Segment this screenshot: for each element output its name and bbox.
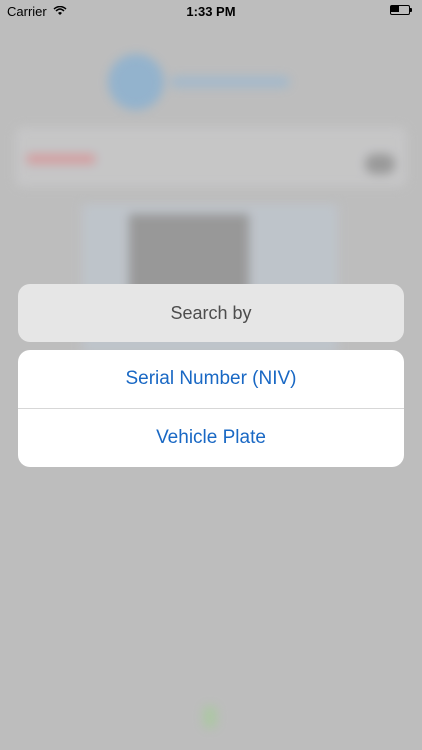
app-logo-text [170,76,290,88]
status-bar: Carrier 1:33 PM [0,0,422,22]
action-sheet-header: Search by [18,284,404,342]
app-logo [108,54,164,110]
status-time: 1:33 PM [186,4,236,19]
option-serial-number-button[interactable]: Serial Number (NIV) [18,350,404,408]
action-sheet-title: Search by [170,302,252,323]
option-vehicle-plate-button[interactable]: Vehicle Plate [18,409,404,467]
battery-icon [390,5,414,16]
action-sheet-options: Serial Number (NIV) Vehicle Plate [18,350,404,467]
search-card-button [365,154,395,174]
bottom-indicator [203,706,217,728]
search-card-label [26,154,96,164]
